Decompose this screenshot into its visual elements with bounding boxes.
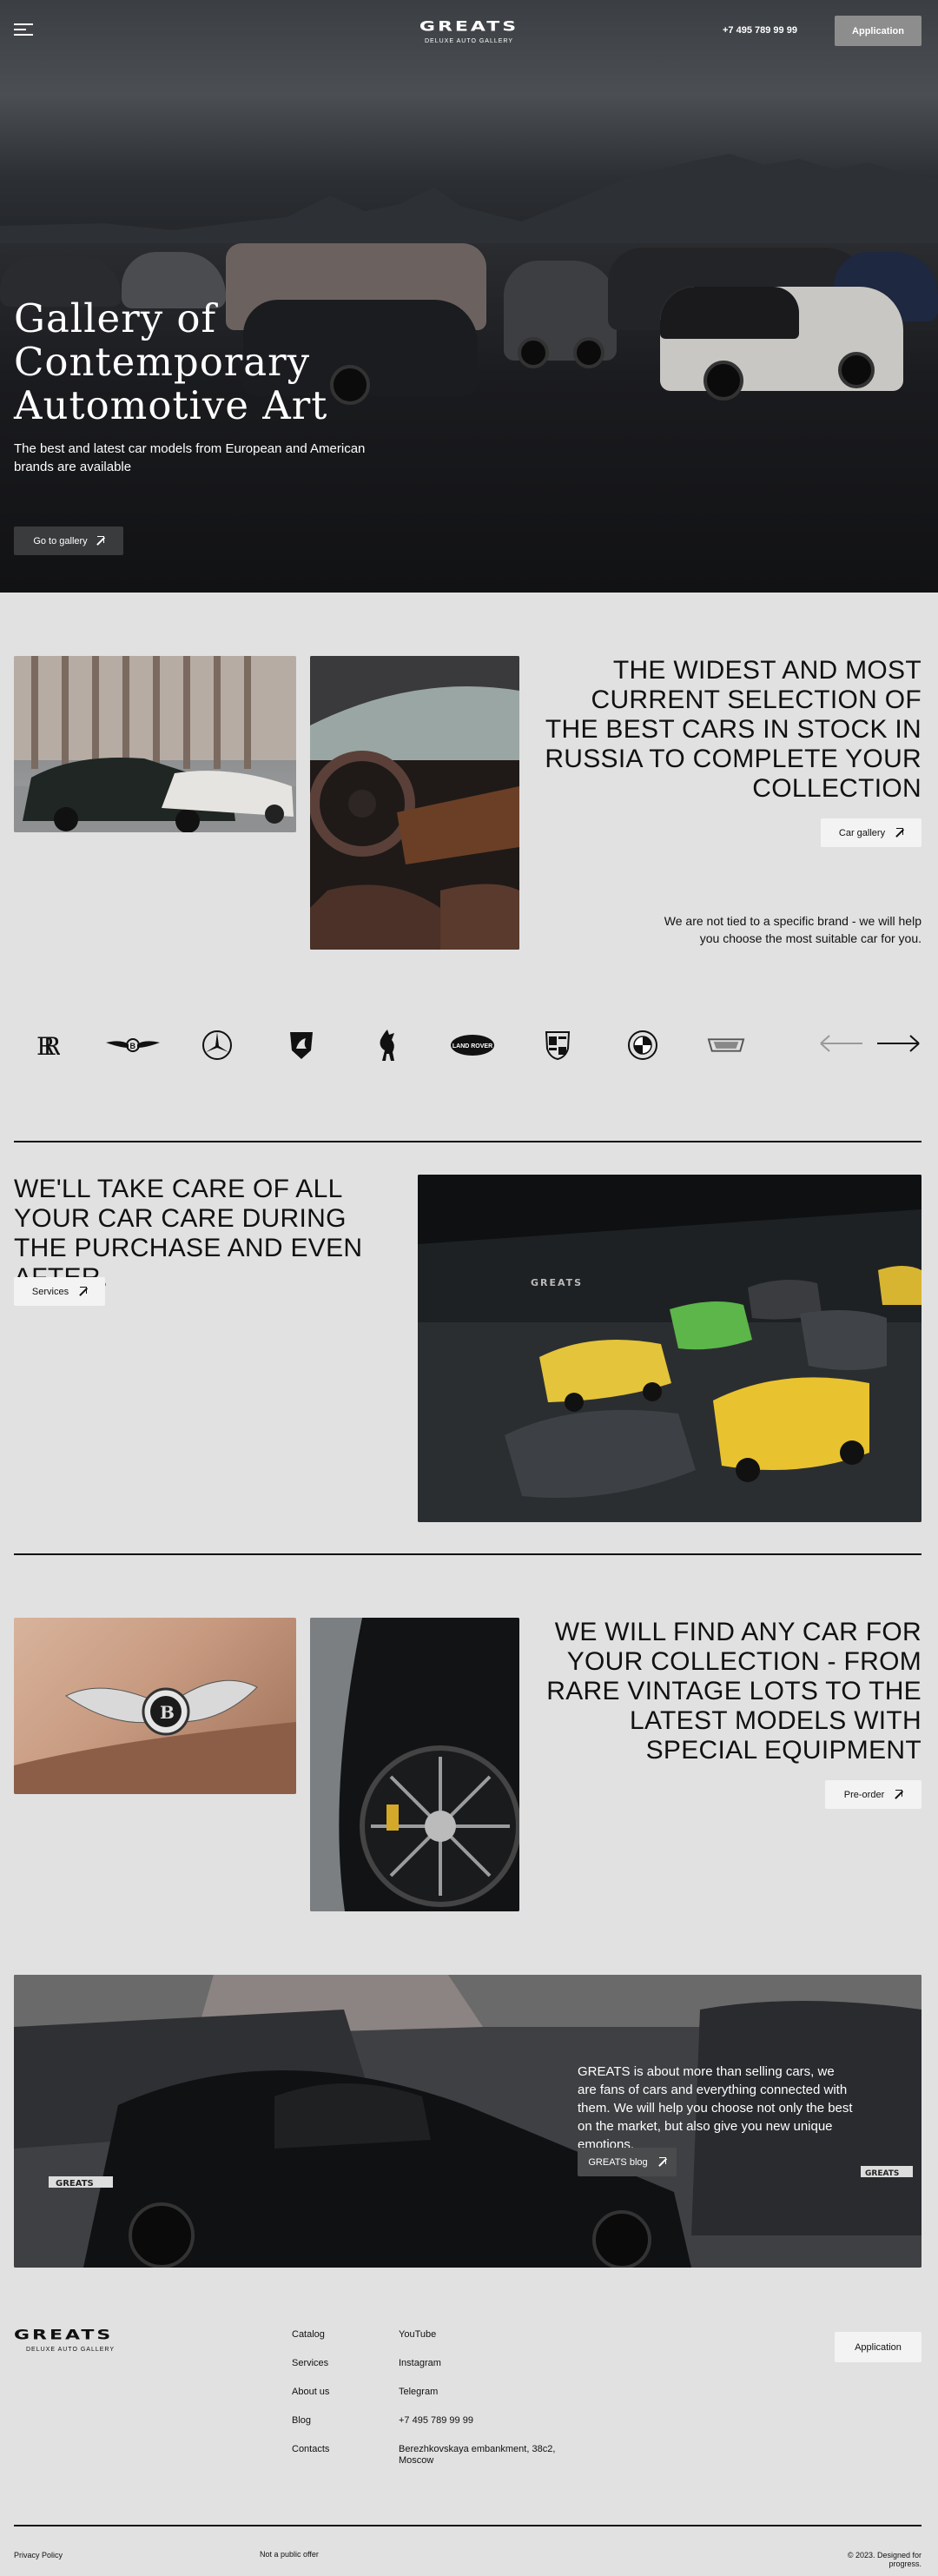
porsche-logo[interactable]: [538, 1028, 577, 1063]
license-plate: GREATS: [865, 2169, 899, 2178]
greats-blog-button[interactable]: GREATS blog: [578, 2148, 677, 2176]
footer-link-services[interactable]: Services: [292, 2358, 328, 2368]
ferrari-logo[interactable]: [368, 1028, 406, 1063]
find-headline: WE WILL FIND ANY CAR FOR YOUR COLLECTION…: [546, 1618, 921, 1765]
land-rover-wordmark: LAND ROVER: [452, 1043, 492, 1050]
svg-text:R: R: [43, 1032, 60, 1060]
menu-icon[interactable]: [14, 23, 33, 37]
footer-logo[interactable]: GREATS DELUXE AUTO GALLERY: [14, 2326, 127, 2353]
application-button[interactable]: Application: [835, 16, 921, 46]
arrow-up-right-icon: [77, 1287, 88, 1296]
services-button[interactable]: Services: [14, 1277, 105, 1306]
divider: [14, 1141, 921, 1142]
bmw-logo[interactable]: [624, 1028, 662, 1063]
hero-subtitle: The best and latest car models from Euro…: [14, 441, 366, 474]
photo-garage-cars: GREATS: [418, 1175, 921, 1522]
public-offer-note: Not a public offer: [260, 2550, 319, 2559]
wheel: [518, 337, 549, 368]
divider: [14, 2525, 921, 2526]
photo-interior: [310, 656, 519, 950]
car-gallery-button[interactable]: Car gallery: [821, 818, 921, 847]
hero-section: GREATS DELUXE AUTO GALLERY +7 495 789 99…: [0, 0, 938, 593]
logo-tagline: DELUXE AUTO GALLERY: [425, 38, 513, 44]
badge-illustration: B: [14, 1679, 296, 1794]
carousel-next-arrow-icon[interactable]: [875, 1034, 921, 1053]
license-plate: GREATS: [56, 2179, 94, 2189]
logo-wordmark: GREATS: [14, 2327, 114, 2343]
footer-link-about-us[interactable]: About us: [292, 2387, 329, 2397]
footer-phone-link[interactable]: +7 495 789 99 99: [399, 2415, 473, 2426]
lamborghini-logo[interactable]: [282, 1028, 320, 1063]
selection-text: We are not tied to a specific brand - we…: [664, 914, 921, 945]
interior-illustration: [310, 656, 519, 950]
wheel: [573, 337, 604, 368]
selection-headline: THE WIDEST AND MOST CURRENT SELECTION OF…: [545, 656, 921, 803]
services-headline: WE'LL TAKE CARE OF ALL YOUR CAR CARE DUR…: [14, 1175, 363, 1292]
land-rover-logo[interactable]: LAND ROVER: [450, 1028, 495, 1063]
blog-text: GREATS is about more than selling cars, …: [578, 2064, 853, 2152]
hero-title: Gallery of Contemporary Automotive Art: [14, 297, 466, 427]
footer-link-blog[interactable]: Blog: [292, 2415, 311, 2426]
logo-tagline: DELUXE AUTO GALLERY: [26, 2347, 115, 2353]
building-illustration: [14, 656, 296, 832]
pre-order-button[interactable]: Pre-order: [825, 1780, 921, 1809]
garage-sign: GREATS: [531, 1277, 583, 1288]
cadillac-logo[interactable]: [707, 1028, 745, 1063]
hero-title-line: Gallery of: [14, 295, 217, 341]
car-gallery-label: Car gallery: [838, 827, 886, 838]
go-to-gallery-button[interactable]: Go to gallery: [14, 526, 123, 555]
rolls-royce-logo[interactable]: RR: [28, 1028, 66, 1063]
mountains-silhouette: [0, 154, 938, 248]
copyright: © 2023. Designed for progress.: [847, 2551, 921, 2568]
footer-link-youtube[interactable]: YouTube: [399, 2329, 436, 2340]
arrow-up-right-icon: [893, 1790, 903, 1799]
mercedes-benz-logo[interactable]: [198, 1028, 236, 1063]
arrow-up-right-icon: [95, 536, 104, 546]
garage-illustration: GREATS: [418, 1175, 921, 1522]
photo-bentley-badge: B: [14, 1618, 296, 1794]
arrow-up-right-icon: [894, 828, 904, 838]
footer-link-instagram[interactable]: Instagram: [399, 2358, 441, 2368]
bentley-logo[interactable]: B: [104, 1028, 162, 1063]
logo-wordmark: GREATS: [419, 18, 519, 35]
footer-link-telegram[interactable]: Telegram: [399, 2387, 438, 2397]
footer-link-contacts[interactable]: Contacts: [292, 2444, 329, 2454]
car-silhouette: [660, 287, 799, 339]
divider: [14, 1553, 921, 1555]
brand-logo[interactable]: GREATS DELUXE AUTO GALLERY: [411, 17, 527, 44]
photo-building-sedans: [14, 656, 296, 832]
privacy-policy-link[interactable]: Privacy Policy: [14, 2551, 63, 2559]
footer-application-button[interactable]: Application: [835, 2332, 921, 2362]
svg-text:B: B: [160, 1702, 175, 1723]
hero-title-line: Contemporary: [14, 339, 311, 385]
svg-text:B: B: [130, 1042, 136, 1050]
hero-title-line: Automotive Art: [14, 382, 328, 428]
go-to-gallery-label: Go to gallery: [33, 535, 88, 546]
arrow-up-right-icon: [657, 2157, 666, 2167]
services-label: Services: [31, 1286, 69, 1297]
carousel-prev-arrow-icon[interactable]: [819, 1034, 864, 1053]
wheel: [838, 352, 875, 388]
header-phone-link[interactable]: +7 495 789 99 99: [723, 25, 797, 36]
footer-link-catalog[interactable]: Catalog: [292, 2329, 325, 2340]
greats-blog-label: GREATS blog: [588, 2156, 648, 2168]
footer-address: Berezhkovskaya embankment, 38c2, Moscow: [399, 2444, 556, 2466]
wheel-illustration: [310, 1618, 519, 1911]
pre-order-label: Pre-order: [843, 1789, 885, 1800]
photo-wheel: [310, 1618, 519, 1911]
wheel: [704, 361, 743, 401]
